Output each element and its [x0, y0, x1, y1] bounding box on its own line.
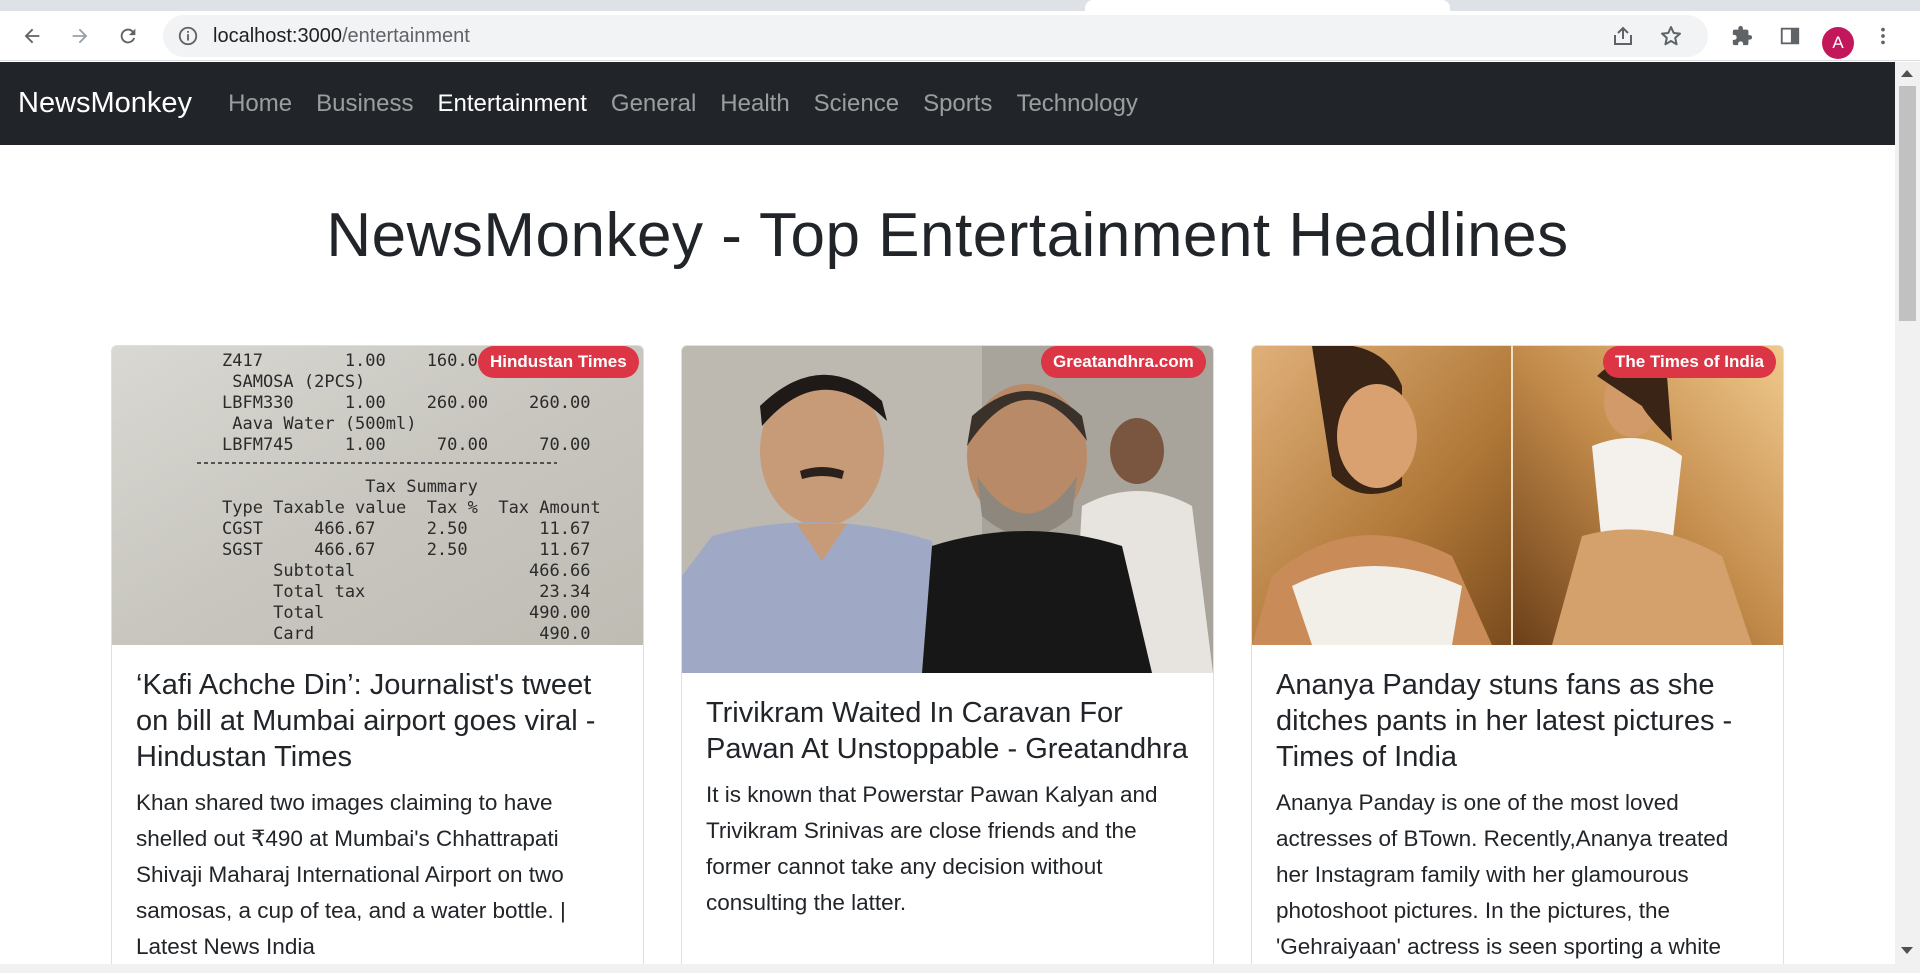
active-tab[interactable]	[1085, 0, 1450, 11]
side-panel-icon[interactable]	[1773, 19, 1807, 53]
photo-two-men	[682, 346, 1213, 673]
news-card-image[interactable]	[1252, 346, 1783, 645]
news-card-description: Ananya Panday is one of the most loved a…	[1276, 790, 1729, 959]
extensions-icon[interactable]	[1725, 19, 1759, 53]
receipt-line: Card 490.0	[222, 624, 590, 644]
receipt-photo: Z417 1.00 160.00 SAMOSA (2PCS) LBFM330 1.…	[112, 346, 643, 645]
receipt-line: SAMOSA (2PCS)	[222, 372, 365, 392]
bookmark-star-icon[interactable]	[1659, 24, 1683, 48]
receipt-line: Tax Summary	[222, 477, 478, 497]
nav-link-science[interactable]: Science	[814, 90, 899, 118]
receipt-line: Type Taxable value Tax % Tax Amount	[222, 498, 601, 518]
tab-strip	[0, 0, 1920, 11]
scroll-thumb[interactable]	[1899, 86, 1916, 321]
site-info-icon[interactable]	[177, 25, 199, 47]
nav-link-general[interactable]: General	[611, 90, 696, 118]
nav-link-home[interactable]: Home	[228, 90, 292, 118]
site-navbar: NewsMonkey Home Business Entertainment G…	[0, 62, 1895, 145]
nav-link-sports[interactable]: Sports	[923, 90, 992, 118]
news-card-title: Trivikram Waited In Caravan For Pawan At…	[706, 697, 1189, 765]
receipt-line: Aava Water (500ml)	[222, 414, 416, 434]
news-card-title: Ananya Panday stuns fans as she ditches …	[1276, 669, 1733, 773]
news-card-description: Khan shared two images claiming to have …	[136, 790, 566, 959]
nav-link-entertainment[interactable]: Entertainment	[437, 90, 586, 118]
news-card: Trivikram Waited In Caravan For Pawan At…	[681, 345, 1214, 973]
news-card: Ananya Panday stuns fans as she ditches …	[1251, 345, 1784, 973]
source-badge: The Times of India	[1603, 346, 1776, 378]
address-bar[interactable]: localhost:3000/entertainment	[163, 15, 1708, 57]
receipt-line: Total 490.00	[222, 603, 590, 623]
scroll-down-icon[interactable]	[1901, 947, 1913, 954]
forward-icon[interactable]	[63, 19, 97, 53]
horizontal-scrollbar[interactable]	[0, 964, 1920, 973]
profile-avatar[interactable]: A	[1822, 27, 1854, 59]
nav-link-technology[interactable]: Technology	[1016, 90, 1137, 118]
menu-kebab-icon[interactable]	[1870, 19, 1896, 53]
receipt-line: SGST 466.67 2.50 11.67	[222, 540, 590, 560]
url-path: /entertainment	[341, 25, 470, 47]
vertical-scrollbar[interactable]	[1895, 62, 1920, 964]
news-card-description: It is known that Powerstar Pawan Kalyan …	[706, 782, 1158, 915]
news-card-title: ‘Kafi Achche Din’: Journalist's tweet on…	[136, 669, 596, 773]
receipt-line: LBFM330 1.00 260.00 260.00	[222, 393, 590, 413]
news-card-image[interactable]: Z417 1.00 160.00 SAMOSA (2PCS) LBFM330 1.…	[112, 346, 643, 645]
source-badge: Hindustan Times	[478, 346, 639, 378]
reload-icon[interactable]	[111, 19, 145, 53]
page-title: NewsMonkey - Top Entertainment Headlines	[326, 201, 1569, 270]
nav-link-health[interactable]: Health	[720, 90, 789, 118]
receipt-line: LBFM745 1.00 70.00 70.00	[222, 435, 590, 455]
back-icon[interactable]	[15, 19, 49, 53]
url-host: localhost:3000	[213, 25, 342, 47]
scroll-up-icon[interactable]	[1901, 70, 1913, 77]
nav-link-business[interactable]: Business	[316, 90, 413, 118]
news-card-image[interactable]	[682, 346, 1213, 673]
receipt-line: Total tax 23.34	[222, 582, 590, 602]
url-text[interactable]: localhost:3000/entertainment	[213, 15, 470, 57]
share-icon[interactable]	[1611, 24, 1635, 48]
photo-collage	[1252, 346, 1783, 645]
svg-text:Z417 1.00 160.00 SAM: Z417 1.00 160.00 SAMOSA (2PCS) LBFM330 1.…	[222, 351, 601, 644]
receipt-line: Z417 1.00 160.00	[222, 351, 488, 371]
receipt-line: Subtotal 466.66	[222, 561, 590, 581]
receipt-line: CGST 466.67 2.50 11.67	[222, 519, 590, 539]
news-card: Z417 1.00 160.00 SAMOSA (2PCS) LBFM330 1.…	[111, 345, 644, 973]
brand-logo[interactable]: NewsMonkey	[18, 87, 192, 120]
browser-toolbar: localhost:3000/entertainment A	[0, 11, 1920, 61]
source-badge: Greatandhra.com	[1041, 346, 1206, 378]
